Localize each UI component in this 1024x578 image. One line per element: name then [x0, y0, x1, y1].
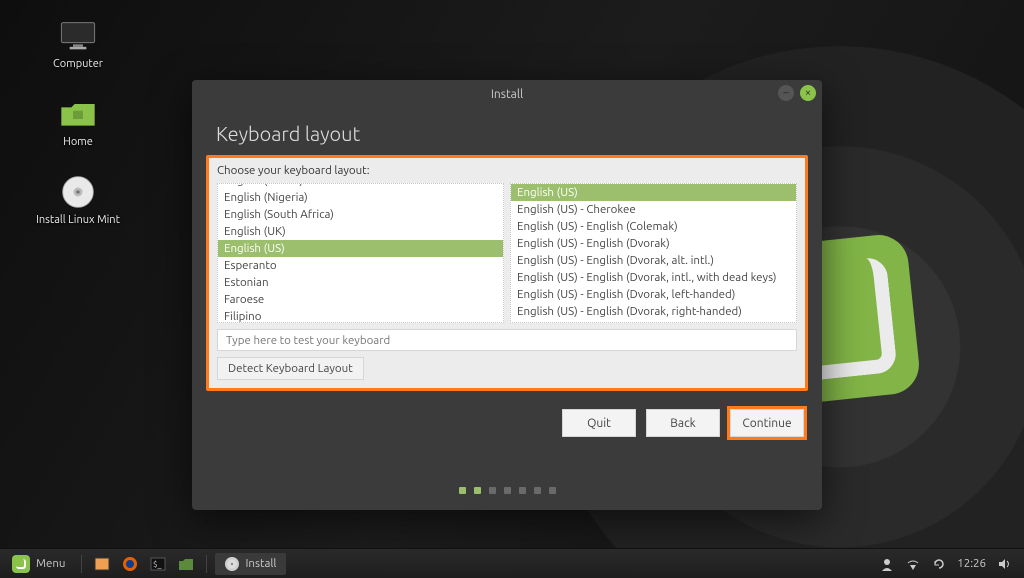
list-item[interactable]: English (US) - English (Colemak): [511, 218, 796, 235]
list-item[interactable]: English (UK): [218, 223, 503, 240]
task-label: Install: [245, 557, 276, 570]
menu-button[interactable]: Menu: [4, 549, 73, 578]
clock[interactable]: 12:26: [957, 557, 986, 570]
desktop-icons: Computer Home Install Linux Mint: [34, 18, 122, 226]
folder-icon: [58, 96, 98, 132]
progress-dot: [459, 487, 466, 494]
detect-layout-button[interactable]: Detect Keyboard Layout: [217, 357, 364, 380]
list-item[interactable]: English (US) - English (Dvorak): [511, 235, 796, 252]
show-desktop-button[interactable]: [90, 553, 114, 575]
taskbar: Menu $_ Install 12:26: [0, 548, 1024, 578]
progress-dot: [489, 487, 496, 494]
quit-button[interactable]: Quit: [562, 409, 636, 437]
list-item[interactable]: Filipino: [218, 308, 503, 323]
list-item[interactable]: Faroese: [218, 291, 503, 308]
desktop-icon-label: Home: [63, 136, 93, 148]
list-item[interactable]: English (US) - English (Dvorak, alt. int…: [511, 252, 796, 269]
desktop-icon-label: Install Linux Mint: [36, 214, 120, 226]
disc-icon: [225, 557, 239, 571]
list-item[interactable]: Esperanto: [218, 257, 503, 274]
updates-icon[interactable]: [931, 556, 947, 572]
terminal-launcher[interactable]: $_: [146, 553, 170, 575]
list-item[interactable]: English (US): [511, 184, 796, 201]
separator: [206, 555, 207, 573]
network-icon[interactable]: [905, 556, 921, 572]
list-item[interactable]: English (US) - English (Dvorak, left-han…: [511, 286, 796, 303]
list-item[interactable]: English (US) - English (Dvorak, right-ha…: [511, 303, 796, 320]
progress-dot: [474, 487, 481, 494]
titlebar[interactable]: Install – ×: [192, 80, 822, 108]
desktop-icon-install-mint[interactable]: Install Linux Mint: [34, 174, 122, 226]
desktop-icon-label: Computer: [53, 58, 103, 70]
page-heading: Keyboard layout: [192, 108, 822, 155]
svg-text:$_: $_: [153, 560, 162, 569]
mint-logo-icon: [12, 555, 30, 573]
system-tray: 12:26: [879, 556, 1020, 572]
list-item[interactable]: English (US): [218, 240, 503, 257]
firefox-launcher[interactable]: [118, 553, 142, 575]
monitor-icon: [58, 18, 98, 54]
installer-window: Install – × Keyboard layout Choose your …: [192, 80, 822, 510]
progress-dot: [549, 487, 556, 494]
continue-button[interactable]: Continue: [730, 409, 804, 437]
separator: [81, 555, 82, 573]
progress-dot: [534, 487, 541, 494]
list-item[interactable]: English (US) - English (Dvorak, intl., w…: [511, 269, 796, 286]
taskbar-task-install[interactable]: Install: [215, 553, 286, 575]
list-item[interactable]: English (US) - Cherokee: [511, 201, 796, 218]
layout-variant-list[interactable]: English (US)English (US) - CherokeeEngli…: [510, 183, 797, 323]
progress-dot: [519, 487, 526, 494]
volume-icon[interactable]: [996, 556, 1012, 572]
desktop-icon-home[interactable]: Home: [34, 96, 122, 148]
desktop-icon-computer[interactable]: Computer: [34, 18, 122, 70]
progress-dot: [504, 487, 511, 494]
layout-language-list[interactable]: English (Ghana)English (Nigeria)English …: [217, 183, 504, 323]
keyboard-test-input[interactable]: [217, 329, 797, 351]
window-close-button[interactable]: ×: [800, 85, 816, 101]
window-title: Install: [491, 88, 523, 101]
keyboard-layout-panel: Choose your keyboard layout: English (Gh…: [206, 155, 808, 391]
window-minimize-button[interactable]: –: [778, 85, 794, 101]
user-icon[interactable]: [879, 556, 895, 572]
list-item[interactable]: Estonian: [218, 274, 503, 291]
nav-row: Quit Back Continue: [192, 391, 822, 437]
disc-icon: [58, 174, 98, 210]
progress-dots: [192, 473, 822, 510]
back-button[interactable]: Back: [646, 409, 720, 437]
files-launcher[interactable]: [174, 553, 198, 575]
instruction-text: Choose your keyboard layout:: [217, 164, 797, 177]
menu-label: Menu: [36, 557, 65, 570]
list-item[interactable]: English (Nigeria): [218, 189, 503, 206]
list-item[interactable]: English (South Africa): [218, 206, 503, 223]
